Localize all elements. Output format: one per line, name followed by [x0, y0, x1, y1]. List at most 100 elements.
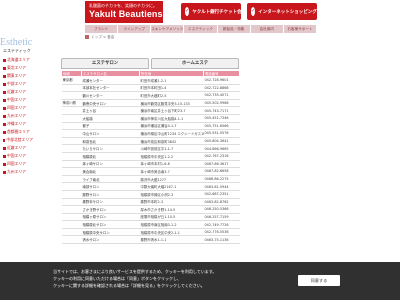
nav-company[interactable]: 会社案内	[251, 25, 284, 33]
cell-name[interactable]: 相模ヶ原サロン	[81, 213, 140, 222]
sidebar-item-area[interactable]: 中部北陸エリア	[3, 136, 33, 144]
ticket-member-button[interactable]: ✓ ヤクルト銀行チケット会員	[181, 3, 246, 20]
cell-phone[interactable]: 0467-82-6658	[203, 167, 240, 176]
sidebar-item-area[interactable]: 中国エリア	[3, 152, 33, 160]
cell-region	[61, 160, 82, 169]
cell-phone[interactable]: 042-722-8868	[203, 84, 240, 93]
cell-phone[interactable]: 0463-82-8762	[203, 198, 240, 207]
cell-name[interactable]: 本部本社センター	[81, 84, 140, 93]
sidebar-item-label: 四国エリア	[7, 105, 26, 110]
cell-name[interactable]: 相模原北	[81, 152, 140, 161]
cell-name[interactable]: 和泉島北	[81, 137, 140, 146]
sidebar-item-area[interactable]: 沖縄エリア	[3, 120, 33, 128]
cell-phone[interactable]: 045-804-3641	[203, 137, 240, 146]
cell-name[interactable]: 井土ヶ谷	[81, 106, 140, 115]
cell-phone[interactable]: 046-257-7159	[203, 213, 240, 222]
cell-address: 横浜市神奈川区大船橋4-1-1	[139, 114, 204, 123]
cell-address: 町田市大蔵町2-5	[139, 91, 204, 100]
cell-name[interactable]: 大船橋	[81, 114, 140, 123]
cell-address: 中郡大磯町大磯2167-1	[139, 182, 204, 191]
nav-support[interactable]: お客様サポート	[284, 25, 317, 33]
cell-region	[61, 106, 82, 115]
cell-name[interactable]: たいらサロン	[81, 144, 140, 153]
brand-logo[interactable]: 乳酸菌のチカラを、笑顔のチカラに。 Yakult Beautiens	[85, 1, 163, 23]
cell-phone[interactable]: 045-751-6566	[203, 122, 240, 131]
cell-name[interactable]: 美合南北	[81, 167, 140, 176]
cell-name[interactable]: 藤野サロン	[81, 190, 140, 199]
cell-phone[interactable]: 042-735-4071	[203, 91, 240, 100]
sidebar-item-area[interactable]: 九州エリア	[3, 168, 33, 176]
nav-brand[interactable]: ブランド	[85, 25, 119, 33]
cell-name[interactable]: 秦野本サロン	[81, 198, 140, 207]
cell-phone[interactable]: 045-931-5576	[203, 129, 240, 138]
cell-phone[interactable]: 0466-86-2275	[203, 175, 240, 184]
cell-region	[61, 235, 82, 245]
cell-phone[interactable]: 045-502-9966	[203, 99, 240, 108]
bullet-icon	[3, 170, 6, 174]
nav-lineup[interactable]: ラインアップ	[118, 25, 152, 33]
cell-name[interactable]: さかき野サロン	[81, 205, 140, 214]
cell-phone[interactable]: 045-451-7346	[203, 114, 240, 123]
cell-name[interactable]: 相模原北サロン	[81, 220, 140, 229]
cell-name[interactable]: 成瀬センター	[81, 76, 140, 85]
cell-name[interactable]: 都子	[81, 122, 140, 131]
bullet-icon	[3, 130, 6, 134]
sidebar-item-area[interactable]: 四国エリア	[3, 104, 33, 112]
cell-phone[interactable]: 0463-61-5944	[203, 182, 240, 191]
tab-esthetic-salon[interactable]: エステサロン	[61, 58, 149, 69]
ticket-icon: ✓	[185, 7, 190, 16]
cell-phone[interactable]: 0467-86-3617	[203, 160, 240, 169]
cell-phone[interactable]: 042-767-2316	[203, 152, 240, 161]
cell-phone[interactable]: 045-743-7171	[203, 106, 240, 115]
cell-address: 横浜市南区井土ヶ谷下町23-7	[139, 106, 204, 115]
page-title: Esthetic	[0, 37, 33, 48]
sidebar-item-area[interactable]: 九州エリア	[3, 112, 33, 120]
nav-esthetic[interactable]: エステティック	[184, 25, 218, 33]
cell-address: 相模原市緑区小渕2-3	[139, 190, 204, 199]
cell-phone[interactable]: 046-250-5366	[203, 205, 240, 214]
sidebar-item-area[interactable]: 近畿エリア	[3, 88, 33, 96]
cell-address: 秦野市本町2-3	[139, 198, 204, 207]
shopping-member-label: インターネットショッピング会員	[258, 9, 326, 15]
nav-skincare[interactable]: スキンケアメソッド	[151, 25, 185, 33]
cell-name[interactable]: 南部サロン	[81, 182, 140, 191]
cell-name[interactable]: ライブ南北	[81, 175, 140, 184]
cell-region	[61, 182, 82, 191]
breadcrumb-text[interactable]: トップ > 各店	[91, 35, 114, 39]
cell-phone[interactable]: 042-776-5536	[203, 228, 240, 237]
sidebar-item-area[interactable]: 関東エリア	[3, 72, 33, 80]
cell-name[interactable]: 中山サロン	[81, 129, 140, 138]
cell-phone[interactable]: 042-687-2351	[203, 190, 240, 199]
cookie-agree-button[interactable]: 同意する	[298, 275, 340, 286]
cell-name[interactable]: 清水サロン	[81, 235, 140, 245]
cell-phone[interactable]: 044-866-9665	[203, 144, 240, 153]
cell-address: 町田市本町田1-4	[139, 84, 204, 93]
cell-name[interactable]: 鶴巻中央サロン	[81, 99, 140, 108]
ticket-member-label: ヤクルト銀行チケット会員	[192, 9, 247, 15]
sidebar-item-area[interactable]: 東北エリア	[3, 64, 33, 72]
nav-new[interactable]: 新製品・特集	[218, 25, 251, 33]
sidebar-item-area[interactable]: 四国エリア	[3, 160, 33, 168]
tab-home-esthetic[interactable]: ホームエステ	[151, 58, 239, 69]
cell-phone[interactable]: 042-749-7726	[203, 220, 240, 229]
cell-address: 秦野市清水1-1-1	[139, 235, 204, 245]
table-row: 都子 横浜市瀬谷区瀬谷4-1-7 045-751-6566	[61, 122, 240, 131]
cell-name[interactable]: 茅ヶ崎サロン	[81, 160, 140, 169]
sidebar-item-area[interactable]: 北海道エリア	[3, 56, 33, 64]
cell-region	[61, 167, 82, 176]
cell-name[interactable]: 鶴川センター	[81, 91, 140, 100]
cell-phone[interactable]: 042-728-9601	[203, 76, 240, 85]
cookie-message: 当サイトでは、お客さまにより良いサービスを提供するため、クッキーを利用しています…	[53, 268, 293, 289]
cell-name[interactable]: 相模原中央サロン	[81, 228, 140, 237]
shopping-member-button[interactable]: ✓ インターネットショッピング会員	[247, 3, 326, 20]
table-row: 清水サロン 秦野市清水1-1-1 0463-75-1136	[61, 235, 240, 245]
cell-phone[interactable]: 0463-75-1136	[203, 235, 240, 245]
bullet-icon	[3, 90, 6, 94]
sidebar-item-area[interactable]: 中国エリア	[3, 96, 33, 104]
sidebar-item-area[interactable]: 近畿エリア	[3, 144, 33, 152]
bullet-icon	[3, 114, 6, 118]
cell-region	[61, 91, 82, 100]
sidebar-item-area[interactable]: 中部エリア	[3, 80, 33, 88]
cell-region	[61, 205, 82, 214]
sidebar-item-area[interactable]: 首都圏エリア	[3, 128, 33, 136]
